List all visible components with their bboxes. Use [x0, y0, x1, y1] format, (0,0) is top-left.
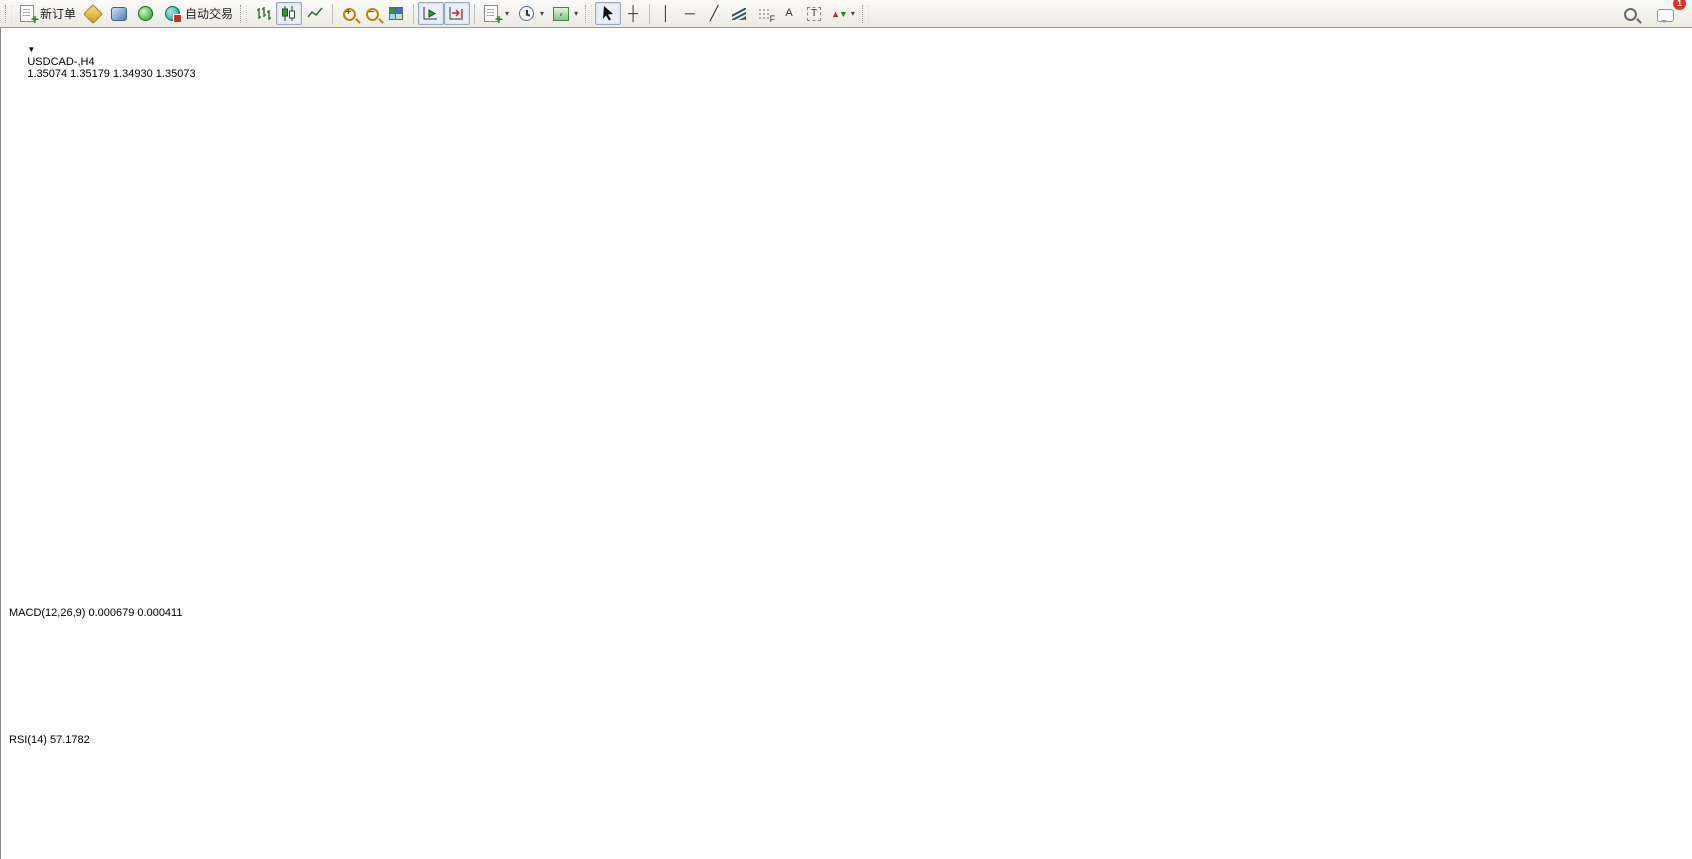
bar-chart-button[interactable]	[250, 2, 276, 25]
chevron-down-icon: ▾	[505, 9, 509, 18]
chart-title: ▼ USDCAD-,H4 1.35074 1.35179 1.34930 1.3…	[9, 32, 196, 92]
toolbar-separator	[413, 4, 414, 24]
toolbar-grip[interactable]	[240, 5, 247, 23]
toolbar-separator	[332, 4, 333, 24]
profiles-button[interactable]: ▾	[513, 2, 548, 25]
new-chart-icon	[484, 5, 498, 22]
search-button[interactable]	[1618, 2, 1641, 25]
toolbar-right-group: 1	[1618, 2, 1690, 25]
arrows-button[interactable]: ▲▼ ▾	[827, 2, 859, 25]
one-click-trading-arrow[interactable]: ▼	[27, 45, 35, 54]
auto-trading-button[interactable]: 自动交易	[159, 2, 237, 25]
search-icon	[1624, 8, 1637, 21]
ohlc-values: 1.35074 1.35179 1.34930 1.35073	[27, 68, 195, 80]
chart-canvas[interactable]	[1, 0, 1692, 859]
chevron-down-icon: ▾	[574, 9, 578, 18]
horizontal-line-icon: ─	[682, 5, 698, 22]
line-chart-button[interactable]	[302, 2, 328, 25]
indicators-icon	[553, 7, 569, 21]
chart-shift-icon	[448, 5, 466, 22]
tile-windows-button[interactable]	[383, 2, 409, 25]
candlestick-chart-icon	[280, 5, 298, 22]
vertical-line-button[interactable]: │	[654, 2, 678, 25]
horizontal-line-button[interactable]: ─	[678, 2, 702, 25]
auto-scroll-button[interactable]	[418, 2, 444, 25]
line-chart-icon	[306, 5, 324, 22]
mt4-terminal-window: 新订单 自动交易 + − ▾	[0, 0, 1692, 859]
signal-icon	[138, 6, 153, 21]
fibonacci-icon	[758, 8, 771, 20]
text-label-button[interactable]: T	[801, 2, 827, 25]
toolbar-grip[interactable]	[5, 5, 12, 23]
equidistant-channel-button[interactable]	[726, 2, 752, 25]
zoom-out-button[interactable]: −	[360, 2, 383, 25]
text-button[interactable]: A	[777, 2, 801, 25]
new-chart-button[interactable]: ▾	[479, 2, 513, 25]
cursor-icon	[599, 5, 617, 22]
clock-icon	[519, 6, 534, 21]
chevron-down-icon: ▾	[851, 9, 855, 18]
toolbar: 新订单 自动交易 + − ▾	[0, 0, 1692, 28]
macd-label: MACD(12,26,9) 0.000679 0.000411	[9, 607, 182, 619]
symbol-title: USDCAD-,H4	[27, 56, 94, 68]
text-label-icon: T	[807, 7, 821, 21]
toolbar-separator	[649, 4, 650, 24]
text-icon: A	[781, 5, 797, 22]
channel-icon	[732, 8, 746, 20]
auto-scroll-icon	[422, 5, 440, 22]
cursor-button[interactable]	[595, 2, 621, 25]
gold-diamond-icon	[83, 4, 103, 24]
crosshair-icon: ┼	[625, 5, 641, 22]
new-order-button[interactable]: 新订单	[15, 2, 80, 25]
chevron-down-icon: ▾	[540, 9, 544, 18]
zoom-in-button[interactable]: +	[337, 2, 360, 25]
new-order-icon	[20, 5, 34, 22]
tile-windows-icon	[389, 7, 403, 20]
bar-chart-icon	[254, 5, 272, 22]
trendline-icon: ╱	[706, 5, 722, 22]
chart-window[interactable]: ▼ USDCAD-,H4 1.35074 1.35179 1.34930 1.3…	[0, 28, 1692, 859]
signals-button[interactable]	[132, 2, 159, 25]
toolbar-separator	[474, 4, 475, 24]
auto-trading-icon	[165, 6, 180, 21]
zoom-out-icon: −	[366, 8, 379, 21]
fibonacci-button[interactable]	[752, 2, 777, 25]
candlestick-chart-button[interactable]	[276, 2, 302, 25]
crosshair-button[interactable]: ┼	[621, 2, 645, 25]
zoom-in-icon: +	[343, 8, 356, 21]
notification-badge: 1	[1673, 0, 1686, 10]
indicators-button[interactable]: ▾	[548, 2, 582, 25]
toolbar-grip[interactable]	[862, 5, 869, 23]
vertical-line-icon: │	[658, 5, 674, 22]
toolbar-grip[interactable]	[585, 5, 592, 23]
metaeditor-button[interactable]	[106, 2, 132, 25]
chart-shift-button[interactable]	[444, 2, 470, 25]
metaquotes-button[interactable]	[80, 2, 106, 25]
new-order-label: 新订单	[40, 5, 76, 22]
auto-trading-label: 自动交易	[185, 5, 233, 22]
notifications-button[interactable]: 1	[1651, 2, 1680, 25]
chat-bubble-icon	[1657, 9, 1674, 22]
trendline-button[interactable]: ╱	[702, 2, 726, 25]
arrows-icon: ▲▼	[831, 9, 847, 19]
metaeditor-icon	[111, 7, 127, 21]
rsi-label: RSI(14) 57.1782	[9, 734, 90, 746]
